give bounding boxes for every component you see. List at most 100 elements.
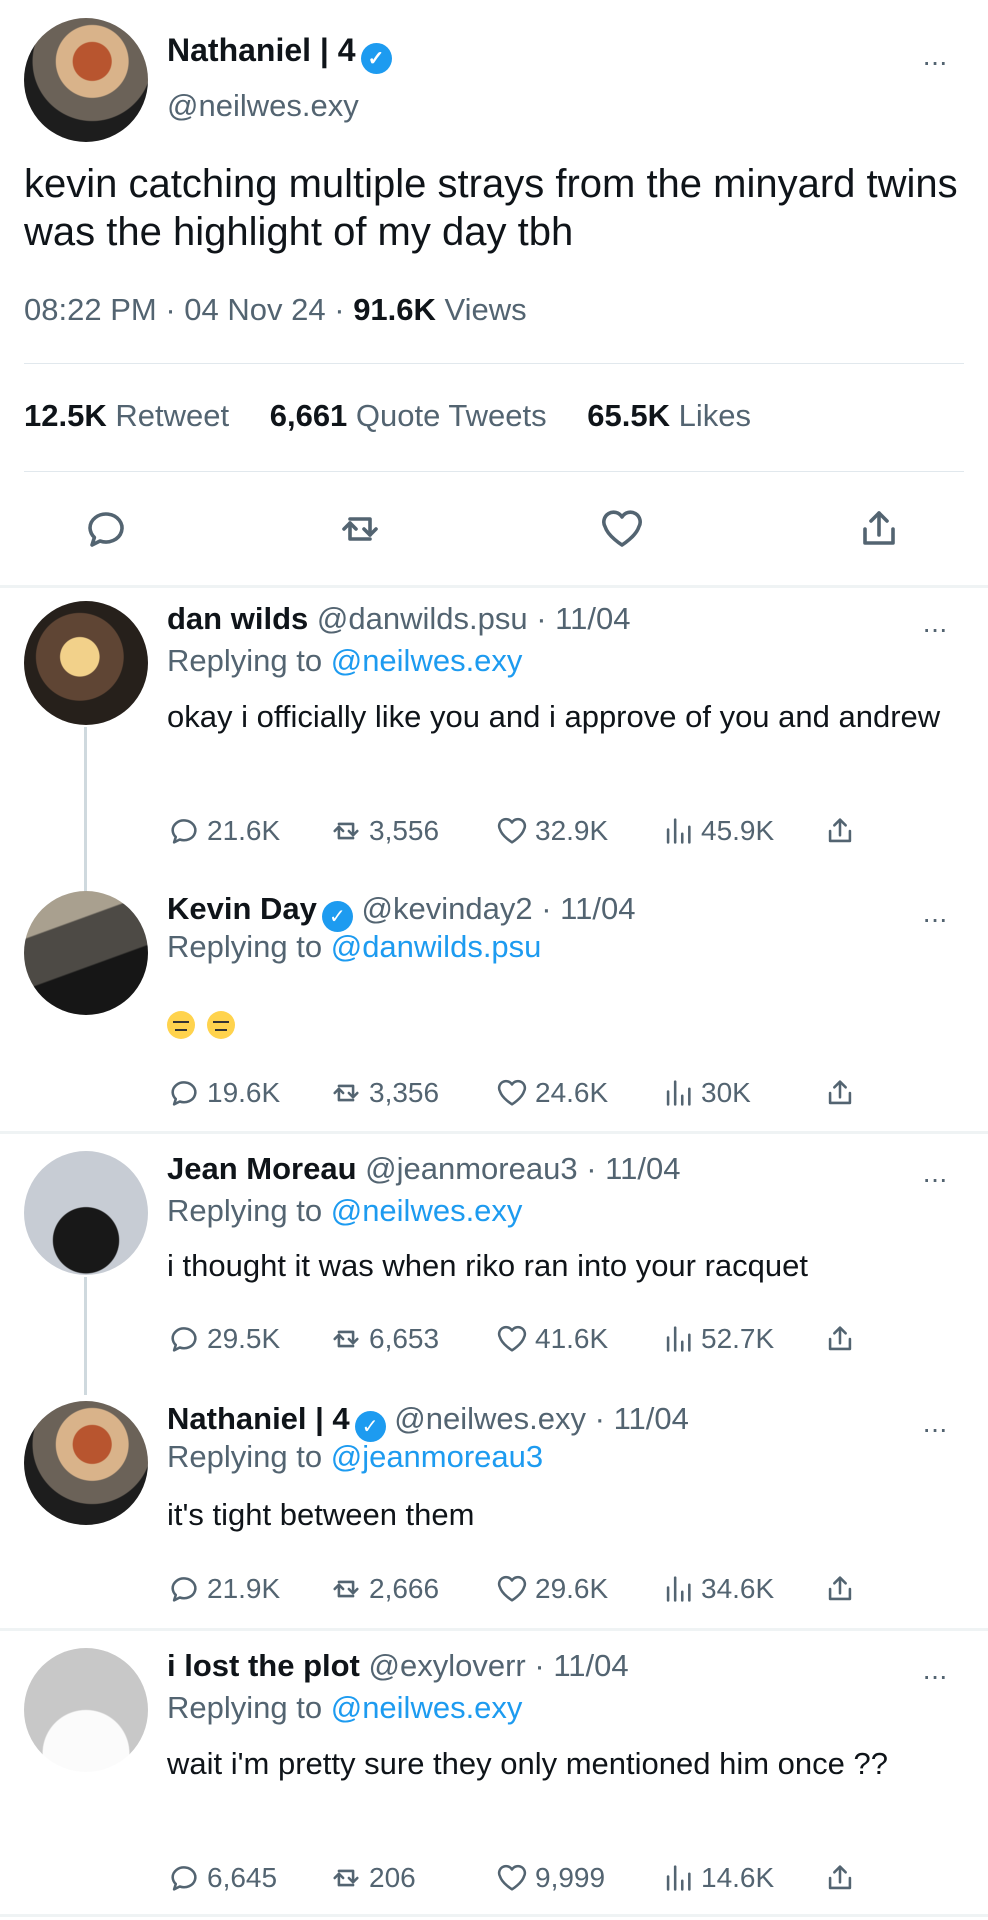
avatar[interactable]: [24, 1401, 148, 1525]
reply-action[interactable]: 21.9K: [167, 1569, 280, 1609]
views-icon: [666, 1865, 691, 1891]
replying-to-link[interactable]: @neilwes.exy: [331, 1690, 523, 1725]
tweet-stats: 12.5K Retweet 6,661 Quote Tweets 65.5K L…: [24, 398, 783, 434]
reply-action[interactable]: 21.6K: [167, 811, 280, 851]
reply-icon: [171, 1081, 197, 1106]
share-action[interactable]: [823, 1569, 857, 1609]
avatar[interactable]: [24, 1648, 148, 1772]
like-icon: [497, 817, 527, 844]
views-action[interactable]: 45.9K: [661, 811, 774, 851]
reply-author-name[interactable]: Jean Moreau: [167, 1151, 357, 1186]
reply-actions: 21.6K 3,556 32.9K 45.9K: [167, 811, 887, 851]
quote-count[interactable]: 6,661 Quote Tweets: [270, 398, 547, 433]
like-action[interactable]: 29.6K: [495, 1569, 608, 1609]
replying-to: Replying to @jeanmoreau3: [167, 1439, 544, 1474]
reply-text: okay i officially like you and i approve…: [167, 699, 941, 734]
reply-date: 11/04: [553, 1648, 629, 1683]
more-options-icon[interactable]: ···: [922, 48, 948, 76]
tweet-metadata: 08:22 PM · 04 Nov 24 · 91.6K Views: [24, 292, 527, 327]
share-icon[interactable]: [855, 505, 903, 553]
reply-action[interactable]: 6,645: [167, 1858, 277, 1898]
expressionless-emoji-icon: [167, 1010, 195, 1039]
retweet-action[interactable]: 3,356: [329, 1073, 439, 1113]
views-action[interactable]: 30K: [661, 1073, 751, 1113]
like-action[interactable]: 24.6K: [495, 1073, 608, 1113]
avatar[interactable]: [24, 1151, 148, 1275]
share-action[interactable]: [823, 811, 857, 851]
reply-action[interactable]: 29.5K: [167, 1319, 280, 1359]
reply-author-name[interactable]: dan wilds: [167, 601, 308, 636]
more-options-icon[interactable]: ···: [922, 1165, 948, 1193]
replying-to-link[interactable]: @danwilds.psu: [331, 929, 542, 964]
like-action[interactable]: 9,999: [495, 1858, 605, 1898]
replying-to-link[interactable]: @jeanmoreau3: [331, 1439, 543, 1474]
reply-author-handle[interactable]: @jeanmoreau3: [365, 1151, 577, 1186]
verified-badge-icon: ✓: [321, 901, 353, 932]
reply-date: 11/04: [605, 1151, 681, 1186]
avatar[interactable]: [24, 891, 148, 1015]
retweet-action[interactable]: 6,653: [329, 1319, 439, 1359]
author-handle[interactable]: @neilwes.exy: [167, 88, 359, 124]
retweet-icon: [333, 1330, 359, 1348]
more-options-icon[interactable]: ···: [922, 905, 948, 933]
share-action[interactable]: [823, 1073, 857, 1113]
author-avatar[interactable]: [24, 18, 148, 142]
views-action[interactable]: 14.6K: [661, 1858, 774, 1898]
replying-to: Replying to @neilwes.exy: [167, 1193, 523, 1228]
like-icon: [497, 1079, 527, 1106]
reply-text: wait i'm pretty sure they only mentioned…: [167, 1746, 888, 1781]
share-action[interactable]: [823, 1858, 857, 1898]
reply-action[interactable]: 19.6K: [167, 1073, 280, 1113]
author-name[interactable]: Nathaniel | 4 ✓: [167, 32, 392, 74]
reply-date: 11/04: [560, 891, 636, 926]
main-tweet: Nathaniel | 4 ✓ @neilwes.exy ··· kevin ca…: [0, 0, 988, 585]
reply-author-handle[interactable]: @exyloverr: [369, 1648, 526, 1683]
retweet-icon: [333, 1084, 359, 1102]
like-icon: [497, 1864, 527, 1891]
section-divider: [0, 1628, 988, 1631]
share-action[interactable]: [823, 1319, 857, 1359]
more-options-icon[interactable]: ···: [922, 1415, 948, 1443]
like-action[interactable]: 32.9K: [495, 811, 608, 851]
retweet-count[interactable]: 12.5K Retweet: [24, 398, 229, 433]
like-icon[interactable]: [598, 505, 646, 553]
replying-to: Replying to @danwilds.psu: [167, 929, 542, 964]
reply-author-handle[interactable]: @neilwes.exy: [394, 1401, 586, 1436]
reply-header: i lost the plot @exyloverr · 11/04: [167, 1648, 629, 1683]
retweet-action[interactable]: 206: [329, 1858, 416, 1898]
reply-header: dan wilds @danwilds.psu · 11/04: [167, 601, 631, 636]
views-action[interactable]: 34.6K: [661, 1569, 774, 1609]
replying-to-link[interactable]: @neilwes.exy: [331, 643, 523, 678]
reply-text: i thought it was when riko ran into your…: [167, 1248, 809, 1283]
retweet-icon: [333, 1580, 359, 1598]
reply-actions: 6,645 206 9,999 14.6K: [167, 1858, 887, 1898]
reply-actions: 21.9K 2,666 29.6K 34.6K: [167, 1569, 887, 1609]
section-divider: [0, 1914, 988, 1917]
expressionless-emoji-icon: [207, 1010, 235, 1039]
avatar[interactable]: [24, 601, 148, 725]
reply-header: Kevin Day ✓ @kevinday2 · 11/04: [167, 891, 635, 932]
retweet-action[interactable]: 2,666: [329, 1569, 439, 1609]
reply-author-name[interactable]: Kevin Day: [167, 891, 317, 926]
reply-author-handle[interactable]: @danwilds.psu: [317, 601, 528, 636]
reply-icon[interactable]: [82, 505, 130, 553]
like-count[interactable]: 65.5K Likes: [587, 398, 751, 433]
reply-actions: 29.5K 6,653 41.6K 52.7K: [167, 1319, 887, 1359]
section-divider: [0, 1131, 988, 1134]
retweet-action[interactable]: 3,556: [329, 811, 439, 851]
more-options-icon[interactable]: ···: [922, 615, 948, 643]
reply-icon: [171, 1866, 197, 1891]
divider: [24, 363, 964, 364]
like-icon: [497, 1325, 527, 1352]
like-action[interactable]: 41.6K: [495, 1319, 608, 1359]
reply-author-handle[interactable]: @kevinday2: [362, 891, 533, 926]
reply-icon: [171, 1327, 197, 1352]
share-icon: [828, 1326, 852, 1351]
thread-line: [84, 1277, 87, 1395]
views-action[interactable]: 52.7K: [661, 1319, 774, 1359]
reply-author-name[interactable]: Nathaniel | 4: [167, 1401, 350, 1436]
reply-author-name[interactable]: i lost the plot: [167, 1648, 360, 1683]
retweet-icon[interactable]: [336, 505, 384, 553]
more-options-icon[interactable]: ···: [922, 1662, 948, 1690]
replying-to-link[interactable]: @neilwes.exy: [331, 1193, 523, 1228]
